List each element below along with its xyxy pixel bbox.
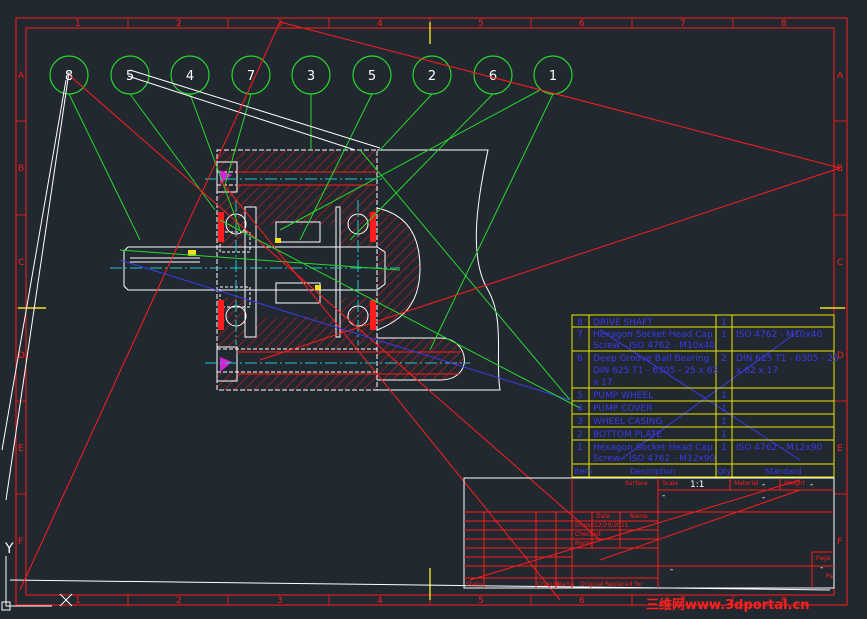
tb-date-value: 12/20/2011 — [594, 522, 629, 529]
watermark: 三维网www.3dportal.cn — [646, 597, 809, 613]
bom-desc: Deep Groove Ball Bearing — [593, 354, 709, 364]
bom-desc: Hexagon Socket Head Cap — [593, 443, 713, 453]
bom-qty: 1 — [721, 404, 727, 414]
frame-col-label: 7 — [680, 19, 686, 29]
drawing-border: 1 2 3 4 5 6 7 8 1 2 3 4 5 6 7 8 A B C D … — [15, 17, 848, 606]
bom-qty: 1 — [721, 417, 727, 427]
tb-scale-label: Scale — [662, 480, 678, 487]
tb-field-value: - — [662, 491, 665, 501]
bom-desc: PUMP WHEEL — [593, 391, 653, 401]
tb-norm-label: Norm — [575, 540, 592, 547]
bom-qty: 1 — [721, 443, 727, 453]
frame-col-label: 6 — [579, 19, 585, 29]
ucs-y-label: Y — [4, 541, 14, 557]
bom-desc: DRIVE SHAFT — [593, 318, 653, 328]
tb-scale-value: 1:1 — [690, 480, 704, 490]
tb-drawn-label: Drawn — [575, 522, 595, 529]
bom-desc: Hexagon Socket Head Cap — [593, 330, 713, 340]
frame-col-label: 4 — [377, 19, 383, 29]
balloon-number: 1 — [549, 69, 557, 84]
tb-replfor-label: Replaced for — [605, 581, 643, 588]
frame-col-label: 6 — [579, 596, 585, 606]
title-block[interactable]: Surface Scale Material Weight Date Name … — [463, 477, 835, 589]
tb-name-label: Name — [630, 513, 648, 520]
tb-number-value: - — [670, 565, 673, 575]
bom-desc: Screw - ISO 4762 - M12x90 — [593, 454, 715, 464]
frame-col-label: 2 — [176, 596, 182, 606]
tb-checked-label: Checked — [575, 531, 601, 538]
frame-col-label: 1 — [75, 596, 81, 606]
tb-material-value: - — [762, 480, 765, 490]
tb-page-of-label: Pa — [826, 573, 833, 580]
tb-page-label: Page — [816, 555, 831, 562]
bom-desc: DIN 625 T1 - 6305 - 25 x 62 — [593, 366, 718, 376]
bom-table[interactable]: 8 DRIVE SHAFT 1 7 Hexagon Socket Head Ca… — [571, 314, 839, 478]
bom-item: 6 — [577, 354, 583, 364]
bom-header-std: Standard — [765, 467, 801, 476]
balloon-number: 4 — [186, 69, 194, 84]
frame-row-label: F — [18, 537, 23, 547]
bom-std: ISO 4762 - M12x90 — [736, 443, 822, 453]
bom-item: 2 — [577, 430, 583, 440]
frame-row-label: A — [18, 71, 25, 81]
bom-item: 7 — [577, 330, 583, 340]
tb-page-value: - — [820, 563, 823, 573]
balloon-number: 2 — [428, 69, 436, 84]
bom-item: 3 — [577, 417, 583, 427]
tb-date-label: Date — [596, 513, 611, 520]
frame-col-label: 5 — [478, 19, 484, 29]
balloon-number: 3 — [307, 69, 315, 84]
bom-qty: 1 — [721, 430, 727, 440]
cad-viewport[interactable]: 1 2 3 4 5 6 7 8 1 2 3 4 5 6 7 8 A B C D … — [0, 0, 867, 619]
bom-qty: 1 — [721, 391, 727, 401]
frame-col-label: 3 — [277, 596, 283, 606]
bom-desc: WHEEL CASING — [593, 417, 662, 427]
frame-row-label: B — [18, 164, 24, 174]
bom-std: DIN 625 T1 - 6305 - 25 — [736, 354, 839, 364]
bom-desc: PUMP COVER — [593, 404, 652, 414]
tb-surface-label: Surface — [625, 480, 648, 487]
tb-title-value: - — [762, 493, 765, 503]
frame-row-label: C — [837, 258, 843, 268]
frame-col-label: 4 — [377, 596, 383, 606]
tb-material-label: Material — [734, 480, 759, 487]
bom-qty: 1 — [721, 330, 727, 340]
bom-header-item: Item — [574, 467, 592, 476]
balloon-number: 5 — [368, 69, 376, 84]
ucs-icon — [1, 556, 73, 611]
tb-weight-label: Weight — [784, 480, 806, 487]
frame-row-label: E — [837, 444, 843, 454]
frame-col-label: 8 — [781, 19, 787, 29]
frame-row-label: F — [837, 537, 842, 547]
frame-col-label: 5 — [478, 596, 484, 606]
balloon-number: 7 — [247, 69, 255, 84]
frame-row-label: C — [18, 258, 24, 268]
bom-std: x 62 x 17 — [736, 366, 778, 376]
bom-item: 8 — [577, 318, 583, 328]
bom-header-desc: Description — [630, 467, 676, 476]
tb-state-label: State — [466, 581, 482, 588]
bom-qty: 1 — [721, 318, 727, 328]
tb-name-col-label: Name — [557, 581, 575, 588]
bom-item: 4 — [577, 404, 583, 414]
construction-lines — [1, 21, 841, 601]
bom-desc: x 17 — [593, 378, 613, 388]
tb-orig-label: Original — [580, 581, 604, 588]
bom-header-qty: Qty — [717, 467, 731, 476]
tb-weight-value: - — [810, 480, 813, 490]
drawing-canvas[interactable]: 1 2 3 4 5 6 7 8 1 2 3 4 5 6 7 8 A B C D … — [0, 0, 867, 619]
bom-item: 1 — [577, 443, 583, 453]
frame-row-label: E — [18, 444, 24, 454]
bom-desc: BOTTOM PLATE — [593, 430, 662, 440]
frame-row-label: A — [837, 71, 844, 81]
frame-col-label: 2 — [176, 19, 182, 29]
frame-col-label: 1 — [75, 19, 81, 29]
bom-std: ISO 4762 - M10x40 — [736, 330, 822, 340]
bom-qty: 2 — [721, 354, 727, 364]
bom-item: 5 — [577, 391, 583, 401]
assembly-section-view[interactable] — [110, 149, 501, 391]
bom-desc: Screw - ISO 4762 - M10x40 — [593, 341, 715, 351]
